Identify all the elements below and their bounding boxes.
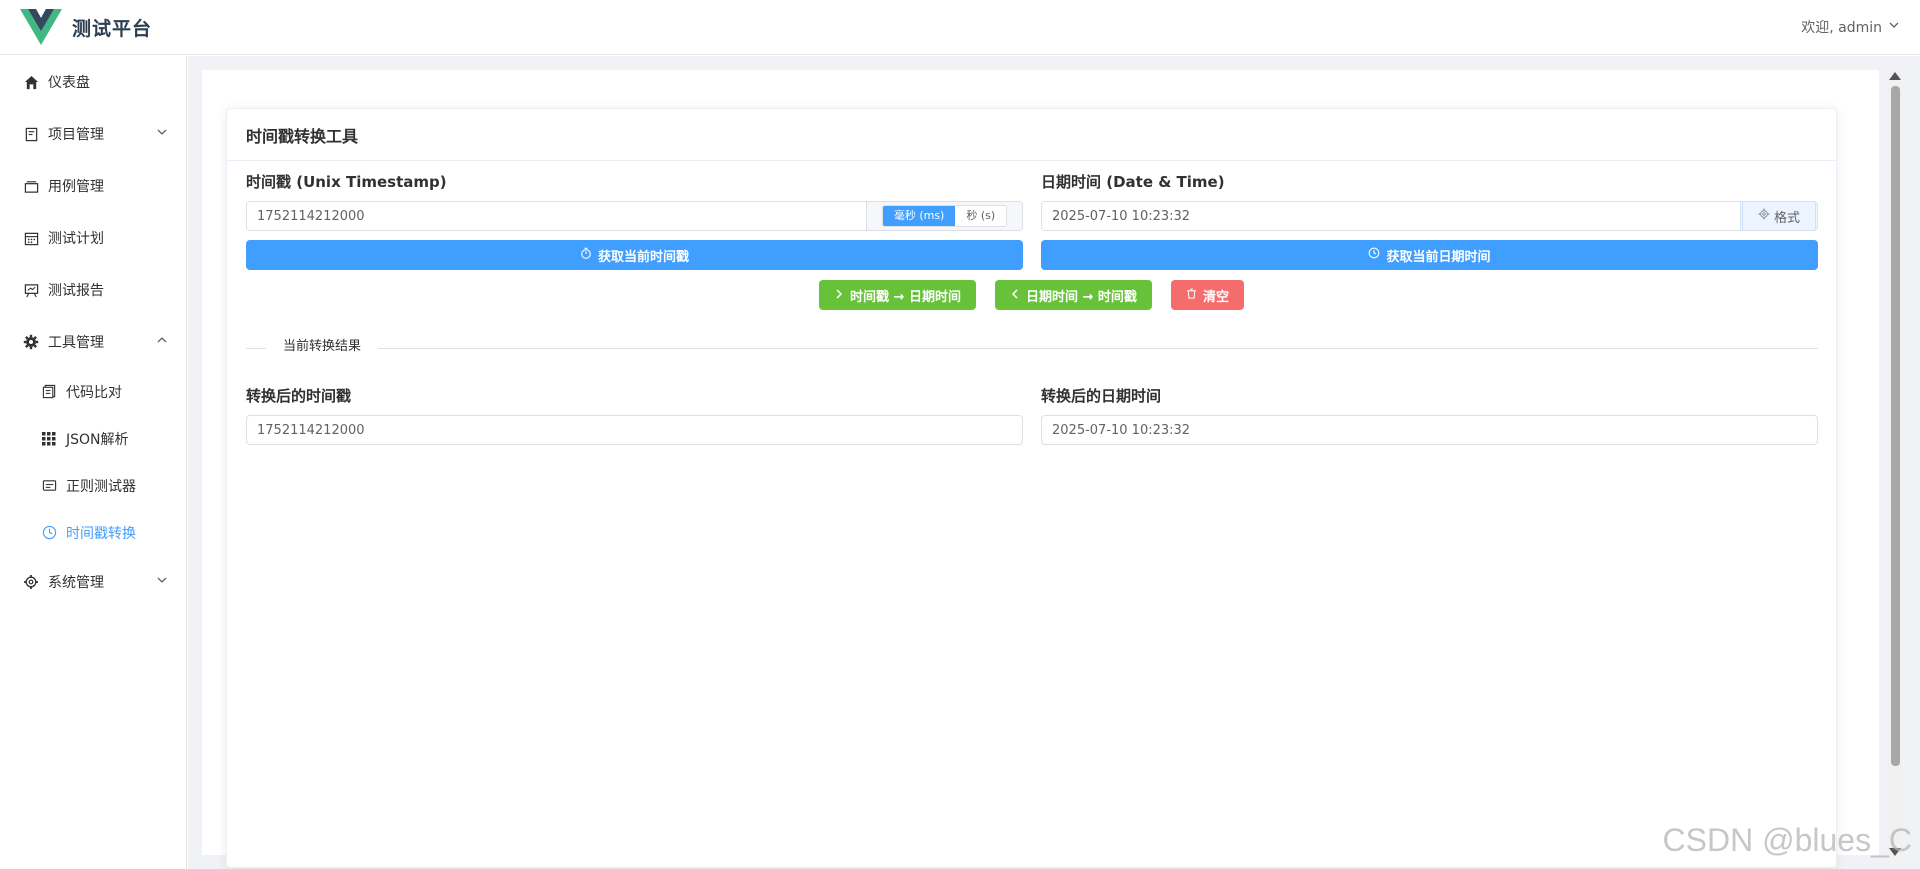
watermark: CSDN @blues_C [1662, 822, 1912, 858]
sidebar-item-label: 用例管理 [48, 179, 104, 195]
timestamp-tool-card: 时间戳转换工具 时间戳 (Unix Timestamp) 毫秒 (ms) 秒 (… [226, 108, 1837, 868]
scroll-thumb[interactable] [1891, 86, 1900, 766]
settings-icon [22, 573, 40, 591]
sidebar: 仪表盘 项目管理 用例管理 测试计划 测试报告 工具管理 代码比对 JSON解析… [0, 56, 187, 869]
datetime-input-group: 格式 [1041, 201, 1818, 231]
clock-icon [40, 524, 58, 542]
clock-icon [1368, 247, 1380, 263]
result-timestamp-field: 转换后的时间戳 1752114212000 [246, 385, 1023, 445]
sidebar-item-reports[interactable]: 测试报告 [0, 264, 186, 316]
sidebar-item-label: 工具管理 [48, 335, 104, 351]
sidebar-item-label: 时间戳转换 [66, 525, 136, 542]
sidebar-item-label: 正则测试器 [66, 478, 136, 495]
sidebar-item-projects[interactable]: 项目管理 [0, 108, 186, 160]
sidebar-item-system[interactable]: 系统管理 [0, 556, 186, 608]
chevron-down-icon [156, 574, 168, 590]
unit-s-button[interactable]: 秒 (s) [955, 206, 1007, 226]
regex-icon [40, 477, 58, 495]
chevron-down-icon [1888, 19, 1900, 35]
timestamp-column: 时间戳 (Unix Timestamp) 毫秒 (ms) 秒 (s) 获取当前时… [246, 171, 1023, 270]
datetime-label: 日期时间 (Date & Time) [1041, 173, 1225, 191]
cases-icon [22, 177, 40, 195]
stopwatch-icon [580, 247, 592, 263]
sidebar-item-label: 项目管理 [48, 127, 104, 143]
top-header: 测试平台 欢迎, admin [0, 0, 1920, 55]
button-label: 清空 [1202, 289, 1229, 305]
button-label: 获取当前日期时间 [1386, 249, 1491, 265]
action-row: 时间戳 → 日期时间 日期时间 → 时间戳 清空 [227, 280, 1836, 310]
sidebar-item-label: 系统管理 [48, 575, 104, 591]
main-area: 时间戳转换工具 时间戳 (Unix Timestamp) 毫秒 (ms) 秒 (… [188, 56, 1920, 869]
button-label: 获取当前时间戳 [597, 249, 689, 265]
result-datetime-label: 转换后的日期时间 [1041, 387, 1162, 405]
format-label: 格式 [1773, 210, 1800, 226]
chevron-right-icon [834, 288, 844, 303]
compare-icon [40, 383, 58, 401]
sidebar-item-test-plans[interactable]: 测试计划 [0, 212, 186, 264]
format-button[interactable]: 格式 [1740, 202, 1817, 230]
result-datetime-value[interactable]: 2025-07-10 10:23:32 [1041, 415, 1818, 445]
report-icon [22, 281, 40, 299]
clear-button[interactable]: 清空 [1170, 280, 1244, 310]
sidebar-subitem-json-parse[interactable]: JSON解析 [0, 415, 186, 462]
unit-append: 毫秒 (ms) 秒 (s) [866, 202, 1022, 230]
unit-ms-button[interactable]: 毫秒 (ms) [882, 206, 956, 226]
vertical-scrollbar[interactable] [1888, 70, 1902, 860]
sidebar-item-dashboard[interactable]: 仪表盘 [0, 56, 186, 108]
timestamp-to-datetime-button[interactable]: 时间戳 → 日期时间 [819, 280, 976, 310]
get-current-datetime-button[interactable]: 获取当前日期时间 [1041, 240, 1818, 270]
sidebar-subitem-regex-tester[interactable]: 正则测试器 [0, 462, 186, 509]
grid-icon [40, 430, 58, 448]
unit-toggle: 毫秒 (ms) 秒 (s) [881, 205, 1008, 227]
datetime-input[interactable] [1042, 202, 1740, 230]
brand: 测试平台 [20, 9, 152, 45]
sidebar-item-tools[interactable]: 工具管理 [0, 316, 186, 368]
format-button-inner: 格式 [1742, 202, 1816, 230]
project-icon [22, 125, 40, 143]
button-label: 日期时间 → 时间戳 [1025, 289, 1137, 305]
sidebar-item-label: 仪表盘 [48, 75, 90, 91]
chevron-left-icon [1010, 288, 1020, 303]
home-icon [22, 73, 40, 91]
result-section-title: 当前转换结果 [266, 337, 379, 357]
trash-icon [1186, 288, 1197, 303]
card-title: 时间戳转换工具 [227, 109, 1836, 161]
chevron-up-icon [156, 334, 168, 350]
datetime-column: 日期时间 (Date & Time) 格式 获取当前日期时间 [1041, 171, 1818, 270]
sidebar-item-label: 代码比对 [66, 384, 122, 401]
user-greeting: 欢迎, admin [1801, 20, 1882, 36]
result-datetime-field: 转换后的日期时间 2025-07-10 10:23:32 [1041, 385, 1818, 445]
sidebar-subitem-code-compare[interactable]: 代码比对 [0, 368, 186, 415]
gear-icon [1758, 208, 1770, 224]
timestamp-input[interactable] [247, 202, 866, 230]
timestamp-label: 时间戳 (Unix Timestamp) [246, 173, 447, 191]
vue-logo-icon [20, 9, 62, 45]
sidebar-subitem-timestamp[interactable]: 时间戳转换 [0, 509, 186, 556]
result-timestamp-value[interactable]: 1752114212000 [246, 415, 1023, 445]
get-current-timestamp-button[interactable]: 获取当前时间戳 [246, 240, 1023, 270]
scroll-up-arrow-icon[interactable] [1889, 72, 1901, 80]
sidebar-item-label: JSON解析 [66, 431, 129, 448]
calendar-icon [22, 229, 40, 247]
sidebar-item-label: 测试计划 [48, 231, 104, 247]
chevron-down-icon [156, 126, 168, 142]
timestamp-input-group: 毫秒 (ms) 秒 (s) [246, 201, 1023, 231]
button-label: 时间戳 → 日期时间 [850, 289, 961, 305]
brand-title: 测试平台 [72, 17, 153, 40]
result-timestamp-label: 转换后的时间戳 [246, 387, 352, 405]
gear-icon [22, 333, 40, 351]
user-menu[interactable]: 欢迎, admin [1801, 17, 1900, 37]
datetime-to-timestamp-button[interactable]: 日期时间 → 时间戳 [994, 280, 1152, 310]
sidebar-item-label: 测试报告 [48, 283, 104, 299]
divider-line [246, 347, 1818, 349]
result-divider: 当前转换结果 [246, 337, 1818, 357]
sidebar-item-cases[interactable]: 用例管理 [0, 160, 186, 212]
